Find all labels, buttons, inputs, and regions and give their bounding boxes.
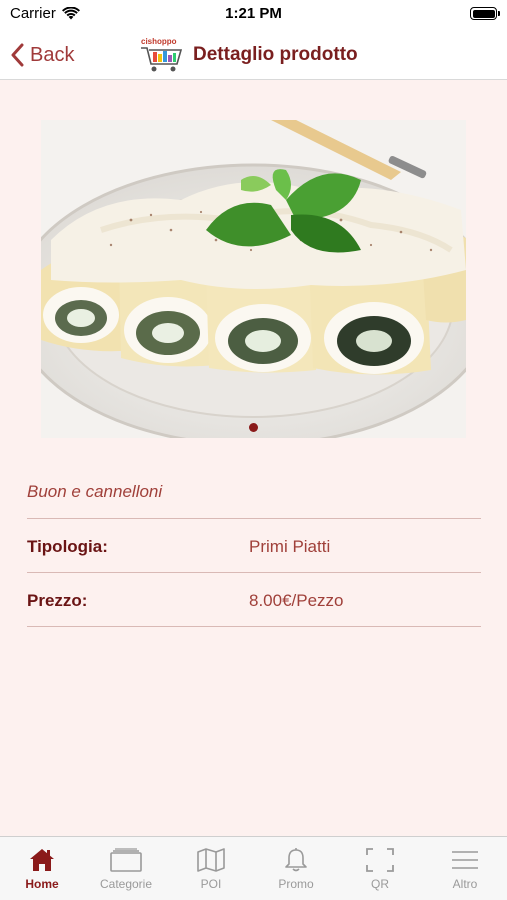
- logo-text: cishoppo: [141, 37, 177, 46]
- page-title: Dettaglio prodotto: [193, 44, 358, 65]
- product-description: Buon e cannelloni: [27, 482, 163, 501]
- tipologia-label: Tipologia:: [27, 537, 108, 556]
- tab-home[interactable]: Home: [0, 837, 84, 900]
- navigation-bar: Back cishoppo Dettaglio prodotto: [0, 30, 507, 80]
- menu-icon: [452, 851, 478, 869]
- product-image[interactable]: [41, 120, 466, 438]
- divider: [27, 626, 481, 627]
- chevron-left-icon: [11, 43, 24, 67]
- tab-altro[interactable]: Altro: [423, 837, 507, 900]
- tab-altro-label: Altro: [452, 877, 478, 891]
- divider: [27, 572, 481, 573]
- back-label: Back: [30, 43, 75, 66]
- tab-home-label: Home: [25, 877, 59, 891]
- app-logo: cishoppo: [139, 36, 185, 74]
- carousel-page-indicator[interactable]: [249, 423, 258, 432]
- nav-title-group: cishoppo Dettaglio prodotto: [139, 36, 358, 74]
- bell-icon: [285, 848, 307, 872]
- tipologia-value: Primi Piatti: [249, 537, 331, 556]
- tab-promo-label: Promo: [278, 877, 314, 891]
- tab-bar: Home Categorie POI Promo QR Altro: [0, 836, 507, 900]
- status-bar: Carrier 1:21 PM: [0, 0, 507, 30]
- prezzo-label: Prezzo:: [27, 591, 88, 610]
- qr-scan-icon: [366, 848, 394, 872]
- tab-categorie[interactable]: Categorie: [84, 837, 168, 900]
- divider: [27, 518, 481, 519]
- tab-categorie-label: Categorie: [99, 877, 153, 891]
- home-icon: [30, 849, 54, 871]
- prezzo-value: 8.00€/Pezzo: [249, 591, 344, 610]
- map-icon: [197, 848, 225, 872]
- tab-poi-label: POI: [200, 877, 222, 891]
- tab-qr-label: QR: [371, 877, 389, 891]
- tab-promo[interactable]: Promo: [254, 837, 338, 900]
- back-button[interactable]: Back: [10, 39, 74, 71]
- tab-poi[interactable]: POI: [169, 837, 253, 900]
- categories-icon: [110, 848, 142, 872]
- status-time: 1:21 PM: [225, 5, 282, 22]
- tab-qr[interactable]: QR: [338, 837, 422, 900]
- battery-icon: [470, 7, 500, 20]
